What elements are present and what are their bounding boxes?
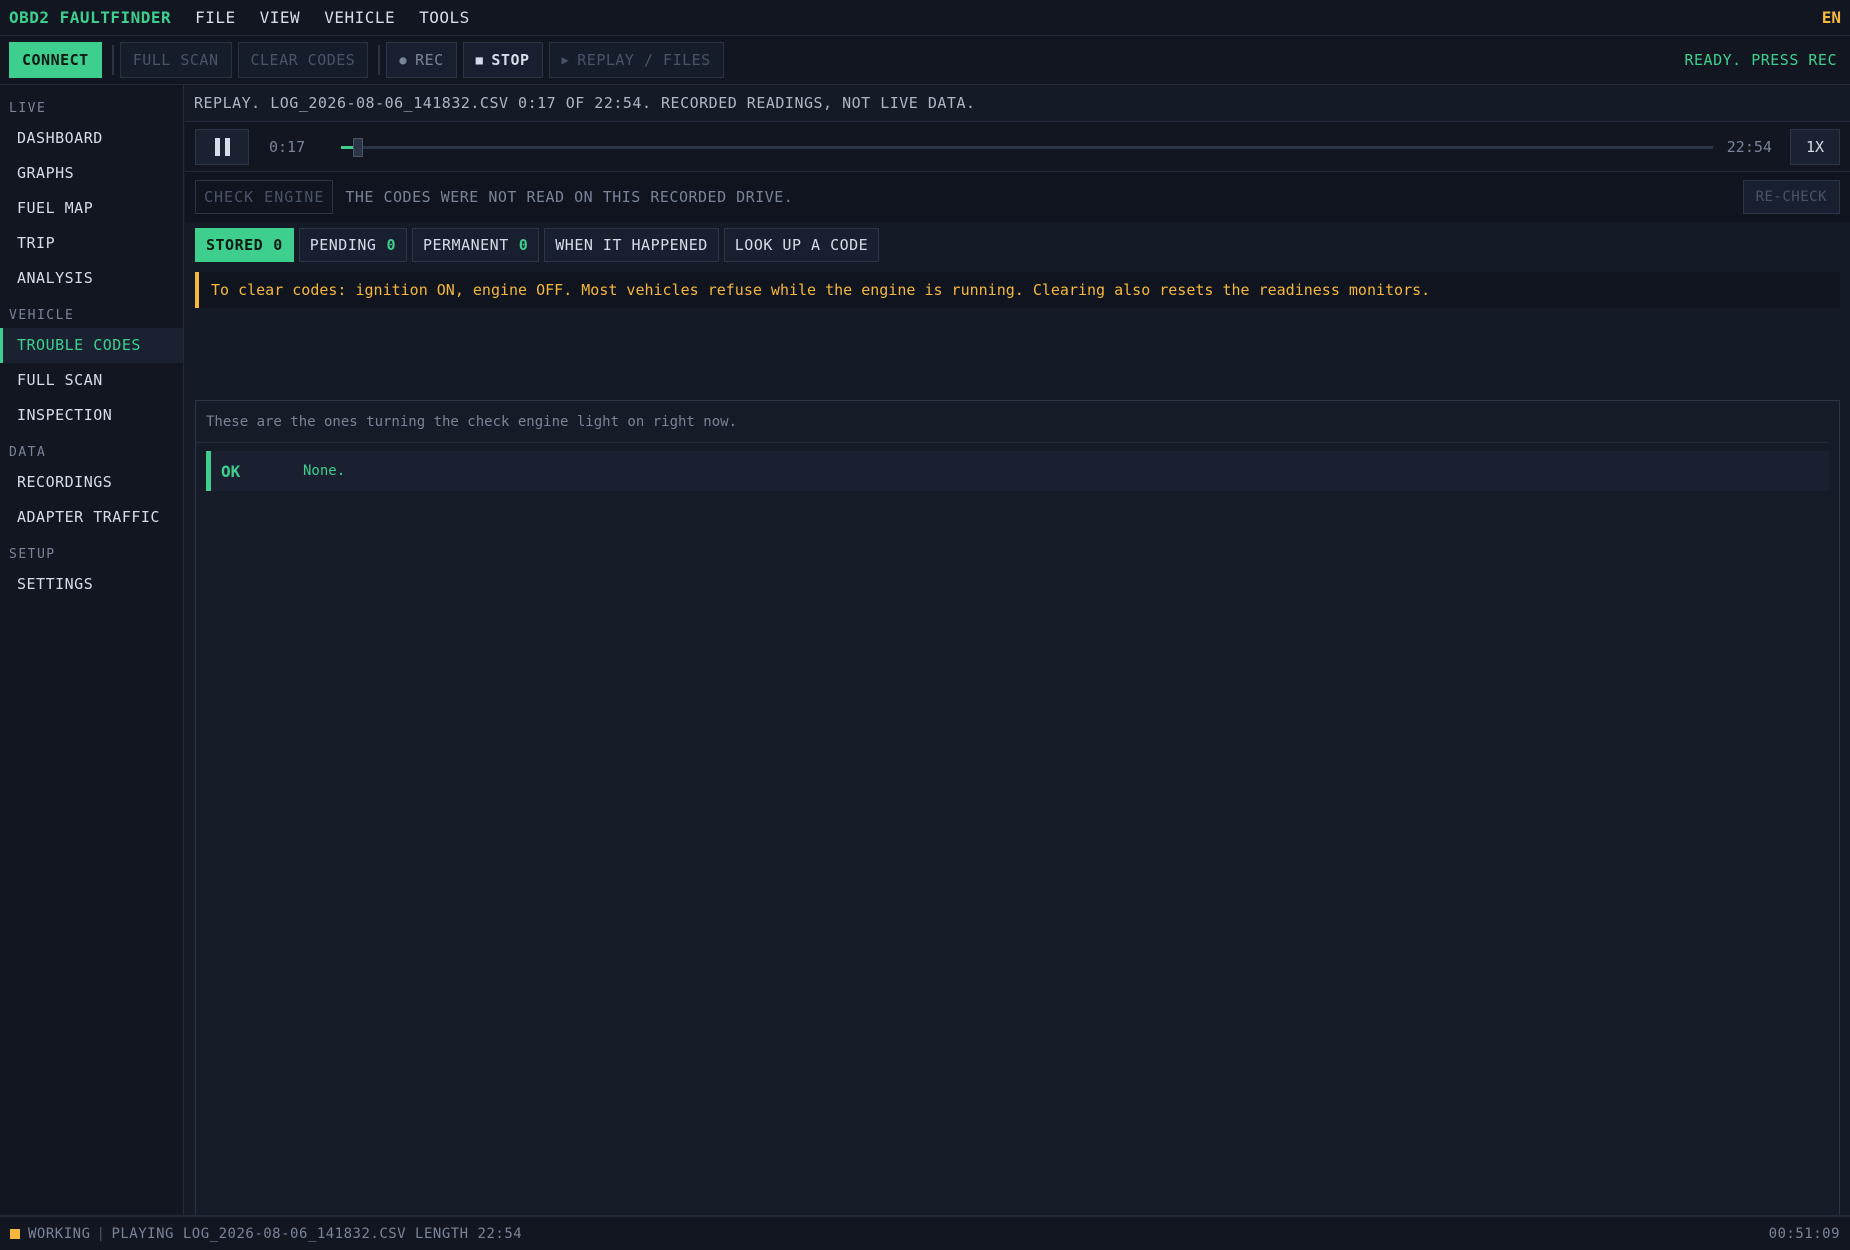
app-window: OBD2 FAULTFINDER FILE VIEW VEHICLE TOOLS… — [0, 0, 1850, 1250]
replay-files-label: REPLAY / FILES — [577, 51, 711, 69]
status-bar: WORKING | PLAYING LOG_2026-08-06_141832.… — [0, 1215, 1850, 1250]
warning-rest: Most vehicles refuse while the engine is… — [581, 281, 1431, 299]
toolbar-status: READY. PRESS REC — [1684, 51, 1837, 69]
tab-label: STORED — [206, 236, 264, 254]
replay-scrubber[interactable] — [341, 137, 1713, 157]
tab-label: PERMANENT — [422, 236, 509, 254]
sidebar-item-adapter-traffic[interactable]: ADAPTER TRAFFIC — [0, 500, 183, 535]
tab-count: 0 — [273, 236, 283, 254]
tab-count: 0 — [386, 236, 396, 254]
current-time: 0:17 — [269, 137, 306, 156]
replay-transport: 0:17 22:54 1X — [185, 122, 1850, 172]
status-info: PLAYING LOG_2026-08-06_141832.CSV LENGTH… — [111, 1225, 523, 1242]
scrubber-track — [341, 145, 1713, 149]
tab-pending[interactable]: PENDING 0 — [298, 228, 407, 262]
tab-label: WHEN IT HAPPENED — [555, 236, 708, 254]
connect-button[interactable]: CONNECT — [9, 42, 102, 78]
sidebar-item-graphs[interactable]: GRAPHS — [0, 156, 183, 191]
sidebar-section-data: DATA — [9, 445, 47, 460]
tab-look-up-a-code[interactable]: LOOK UP A CODE — [723, 228, 880, 262]
stop-button[interactable]: ■ STOP — [462, 42, 543, 78]
menu-vehicle[interactable]: VEHICLE — [324, 8, 395, 27]
menu-tools[interactable]: TOOLS — [419, 8, 470, 27]
sidebar-item-dashboard[interactable]: DASHBOARD — [0, 121, 183, 156]
tab-label: LOOK UP A CODE — [734, 236, 869, 254]
tab-permanent[interactable]: PERMANENT 0 — [411, 228, 540, 262]
re-check-button[interactable]: RE-CHECK — [1742, 180, 1840, 214]
app-title: OBD2 FAULTFINDER — [9, 8, 172, 27]
clear-codes-button[interactable]: CLEAR CODES — [237, 42, 369, 78]
total-time: 22:54 — [1726, 137, 1772, 156]
status-separator: | — [96, 1225, 106, 1242]
pause-button[interactable] — [195, 128, 249, 165]
full-scan-button[interactable]: FULL SCAN — [119, 42, 232, 78]
sidebar: LIVE DASHBOARD GRAPHS FUEL MAP TRIP ANAL… — [0, 85, 184, 1215]
toolbar-divider — [111, 45, 114, 75]
sidebar-item-recordings[interactable]: RECORDINGS — [0, 465, 183, 500]
result-status: OK — [221, 461, 241, 481]
playback-speed-button[interactable]: 1X — [1789, 128, 1840, 165]
toolbar: CONNECT FULL SCAN CLEAR CODES ● REC ■ ST… — [0, 36, 1850, 85]
result-row: OK None. — [206, 451, 1829, 491]
sidebar-item-trouble-codes[interactable]: TROUBLE CODES — [0, 328, 183, 363]
scrubber-handle[interactable] — [353, 137, 363, 157]
status-state: WORKING — [28, 1225, 91, 1242]
stop-square-icon: ■ — [475, 53, 484, 67]
check-engine-row: CHECK ENGINE THE CODES WERE NOT READ ON … — [185, 172, 1850, 222]
code-tabs: STORED 0 PENDING 0 PERMANENT 0 WHEN IT H… — [185, 222, 1850, 264]
tab-label: PENDING — [309, 236, 377, 254]
tab-count: 0 — [518, 236, 529, 254]
toolbar-divider — [378, 45, 381, 75]
language-selector[interactable]: EN — [1822, 8, 1841, 27]
tab-when-it-happened[interactable]: WHEN IT HAPPENED — [544, 228, 719, 262]
clear-codes-warning: To clear codes: ignition ON, engine OFF.… — [195, 272, 1840, 308]
sidebar-item-inspection[interactable]: INSPECTION — [0, 398, 183, 433]
sidebar-section-live: LIVE — [9, 101, 47, 116]
rec-label: REC — [415, 51, 444, 69]
status-clock: 00:51:09 — [1768, 1225, 1840, 1242]
warning-prefix: To clear codes: — [211, 281, 347, 299]
sidebar-item-fuel-map[interactable]: FUEL MAP — [0, 191, 183, 226]
sidebar-item-analysis[interactable]: ANALYSIS — [0, 261, 183, 296]
pause-icon — [214, 137, 230, 156]
warning-engine: engine OFF. — [472, 281, 573, 299]
menu-file[interactable]: FILE — [195, 8, 236, 27]
codes-panel: These are the ones turning the check eng… — [195, 400, 1840, 1250]
sidebar-item-settings[interactable]: SETTINGS — [0, 567, 183, 602]
sidebar-item-trip[interactable]: TRIP — [0, 226, 183, 261]
play-icon: ▶ — [561, 53, 570, 67]
menu-view[interactable]: VIEW — [260, 8, 301, 27]
result-text: None. — [303, 463, 346, 479]
panel-description: These are the ones turning the check eng… — [196, 401, 1829, 443]
sidebar-section-setup: SETUP — [9, 547, 56, 562]
warning-ignition: ignition ON, — [355, 281, 464, 299]
replay-banner: REPLAY. LOG_2026-08-06_141832.CSV 0:17 O… — [185, 85, 1850, 122]
replay-files-button[interactable]: ▶ REPLAY / FILES — [548, 42, 724, 78]
sidebar-item-full-scan[interactable]: FULL SCAN — [0, 363, 183, 398]
menu-bar: OBD2 FAULTFINDER FILE VIEW VEHICLE TOOLS… — [0, 0, 1850, 36]
main-content: REPLAY. LOG_2026-08-06_141832.CSV 0:17 O… — [185, 85, 1850, 1250]
tab-stored[interactable]: STORED 0 — [195, 228, 294, 262]
check-engine-badge: CHECK ENGINE — [195, 180, 334, 214]
record-dot-icon: ● — [399, 53, 408, 67]
rec-button[interactable]: ● REC — [386, 42, 457, 78]
sidebar-section-vehicle: VEHICLE — [9, 308, 75, 323]
stop-label: STOP — [491, 51, 530, 69]
check-engine-message: THE CODES WERE NOT READ ON THIS RECORDED… — [345, 188, 794, 206]
working-indicator-icon — [10, 1228, 20, 1239]
